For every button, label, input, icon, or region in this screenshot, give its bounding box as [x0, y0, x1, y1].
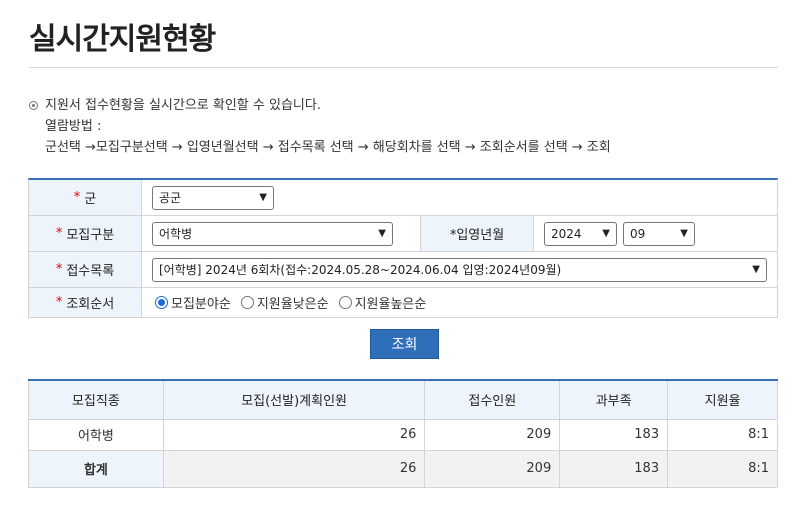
- form-row-military: * 군 공군 ▼: [29, 180, 777, 216]
- intake-label: * 접수목록: [29, 252, 142, 287]
- info-line-3: 군선택 →모집구분선택 → 입영년월선택 → 접수목록 선택 → 해당회차를 선…: [45, 140, 611, 155]
- intake-select[interactable]: [어학병] 2024년 6회차(접수:2024.05.28~2024.06.04…: [152, 257, 767, 282]
- header-job: 모집직종: [28, 379, 164, 420]
- form-row-category: * 모집구분 어학병 ▼ *입영년월 2024 ▼ 09 ▼: [29, 216, 777, 252]
- required-mark: *: [55, 295, 63, 310]
- cell-applicants: 209: [424, 418, 561, 451]
- cell-surplus: 183: [559, 418, 669, 451]
- cell-plan: 26: [162, 418, 426, 451]
- required-mark: *: [55, 262, 63, 277]
- total-applicants: 209: [424, 449, 561, 488]
- result-table: 모집직종 모집(선발)계획인원 접수인원 과부족 지원율 어학병 26 209 …: [28, 379, 778, 488]
- order-label: * 조회순서: [29, 288, 142, 317]
- chevron-down-icon: ▼: [752, 264, 760, 275]
- cell-ratio: 8:1: [667, 418, 778, 451]
- page-title: 실시간지원현황: [29, 22, 216, 57]
- chevron-down-icon: ▼: [680, 228, 688, 239]
- enlist-month-select[interactable]: 09 ▼: [623, 221, 695, 246]
- enlist-label: *입영년월: [421, 216, 534, 251]
- order-radio-field[interactable]: 모집분야순: [155, 293, 231, 312]
- required-mark: *: [73, 190, 81, 205]
- total-ratio: 8:1: [667, 449, 778, 488]
- table-row: 어학병 26 209 183 8:1: [28, 418, 778, 451]
- chevron-down-icon: ▼: [378, 228, 386, 239]
- category-select[interactable]: 어학병 ▼: [152, 221, 393, 246]
- chevron-down-icon: ▼: [259, 192, 267, 203]
- info-box: 지원서 접수현황을 실시간으로 확인할 수 있습니다. 열람방법 : 군선택 →…: [29, 95, 611, 158]
- total-surplus: 183: [559, 449, 669, 488]
- cell-job: 어학병: [28, 418, 164, 451]
- form-row-intake: * 접수목록 [어학병] 2024년 6회차(접수:2024.05.28~202…: [29, 252, 777, 288]
- order-radio-low[interactable]: 지원율낮은순: [240, 293, 329, 312]
- enlist-year-select[interactable]: 2024 ▼: [544, 221, 617, 246]
- table-header-row: 모집직종 모집(선발)계획인원 접수인원 과부족 지원율: [28, 379, 778, 420]
- category-label: * 모집구분: [29, 216, 142, 251]
- search-button[interactable]: 조회: [370, 329, 439, 359]
- radio-checked-icon[interactable]: [155, 296, 168, 309]
- search-form: * 군 공군 ▼ * 모집구분 어학병 ▼ *입영년월 2024 ▼ 09 ▼ …: [28, 178, 778, 318]
- header-applicants: 접수인원: [424, 379, 561, 420]
- title-divider: [29, 67, 778, 68]
- header-surplus: 과부족: [559, 379, 669, 420]
- table-total-row: 합계 26 209 183 8:1: [28, 449, 778, 488]
- order-radio-high[interactable]: 지원율높은순: [338, 293, 426, 312]
- form-row-order: * 조회순서 모집분야순 지원율낮은순 지원율높은순: [29, 288, 777, 318]
- info-line-2: 열람방법 :: [45, 119, 102, 134]
- info-line-1: 지원서 접수현황을 실시간으로 확인할 수 있습니다.: [45, 98, 321, 113]
- chevron-down-icon: ▼: [602, 228, 610, 239]
- total-label: 합계: [28, 449, 164, 488]
- military-select[interactable]: 공군 ▼: [152, 185, 274, 210]
- radio-unchecked-icon[interactable]: [338, 296, 352, 309]
- total-plan: 26: [162, 449, 426, 488]
- circle-bullet-icon: [29, 101, 38, 110]
- header-ratio: 지원율: [667, 379, 778, 420]
- required-mark: *: [55, 226, 63, 241]
- radio-unchecked-icon[interactable]: [240, 296, 254, 309]
- header-plan: 모집(선발)계획인원: [162, 379, 426, 420]
- military-label: * 군: [29, 180, 142, 215]
